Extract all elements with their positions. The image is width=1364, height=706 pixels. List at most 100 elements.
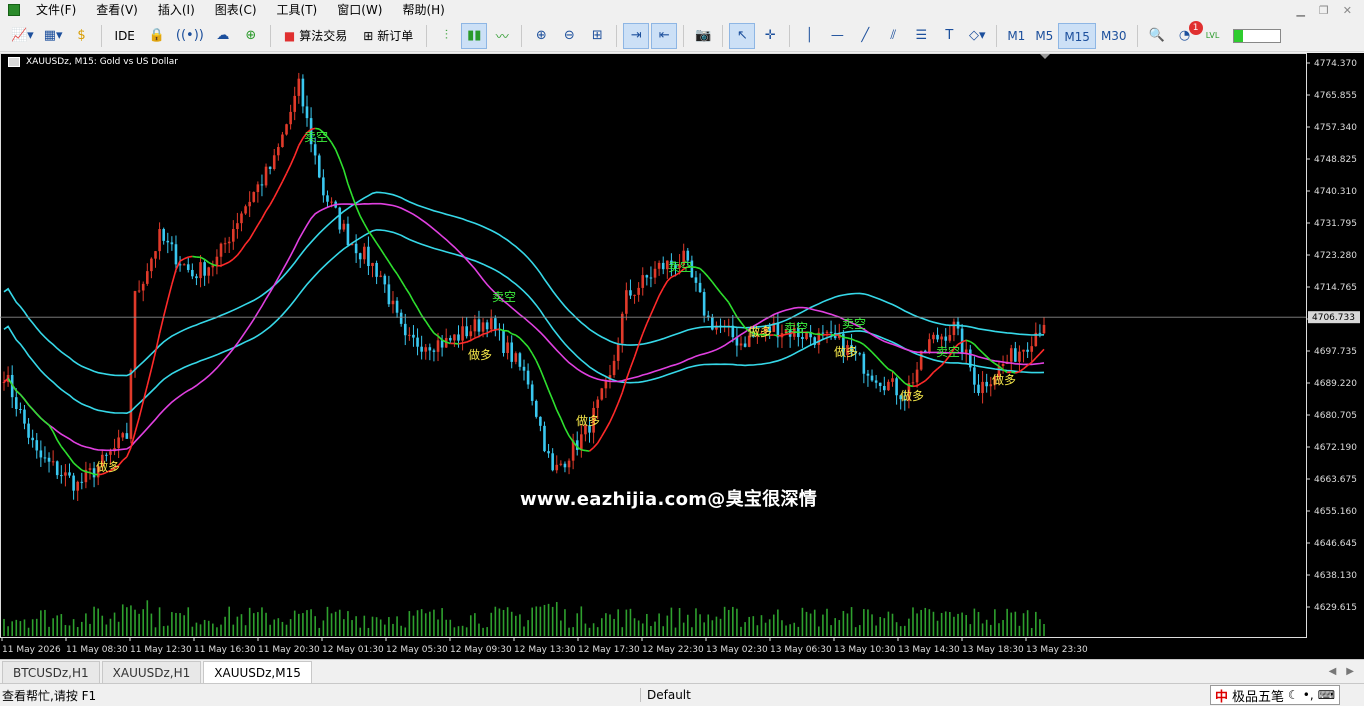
- new-chart-icon[interactable]: 📈▾: [7, 23, 38, 49]
- profiles-icon[interactable]: ▦▾: [40, 23, 67, 49]
- text-tool-icon[interactable]: T: [936, 23, 962, 49]
- volume-bar: [519, 614, 521, 636]
- candle: [657, 260, 661, 276]
- trendline-icon[interactable]: ╱: [852, 23, 878, 49]
- vps-icon[interactable]: ⊕: [238, 23, 264, 49]
- volume-bar: [334, 611, 337, 636]
- vertical-line-icon[interactable]: │: [796, 23, 822, 49]
- signal-line-segment: [265, 204, 271, 212]
- market-icon[interactable]: $: [69, 23, 95, 49]
- candle: [518, 351, 522, 371]
- candle: [277, 143, 280, 161]
- timeframe-m15[interactable]: M15: [1058, 22, 1096, 49]
- signal-line-segment: [380, 248, 386, 257]
- candle: [551, 448, 554, 472]
- signal-line-segment: [257, 217, 263, 226]
- ime-toolbar[interactable]: 中 极品五笔 ☾ •, ⌨: [1210, 685, 1341, 705]
- line-chart-icon[interactable]: 〰: [489, 23, 515, 49]
- price-label: 4638.130: [1314, 571, 1357, 581]
- zoom-in-icon[interactable]: ⊕: [528, 23, 554, 49]
- volume-bar: [531, 607, 533, 636]
- moon-icon[interactable]: ☾: [1288, 688, 1299, 702]
- candle: [416, 328, 419, 356]
- lock-icon[interactable]: 🔒: [144, 23, 170, 49]
- candle: [51, 450, 55, 466]
- volume-bar: [936, 620, 939, 636]
- signal-line-segment: [830, 333, 836, 337]
- volume-bar: [11, 621, 13, 636]
- candlestick-icon[interactable]: ▮▮: [461, 22, 488, 49]
- signal-line-segment: [658, 287, 664, 297]
- chart-shift-icon[interactable]: ⇤: [651, 22, 678, 49]
- volume-bar: [592, 623, 595, 636]
- notifications-icon[interactable]: ◔ 1: [1172, 20, 1203, 49]
- level-icon[interactable]: LVL: [1200, 23, 1226, 49]
- screenshot-icon[interactable]: 📷: [690, 23, 716, 49]
- volume-bar: [109, 618, 112, 636]
- signal-line-segment: [363, 223, 370, 232]
- shapes-icon[interactable]: ◇▾: [964, 23, 990, 49]
- signal-line-segment: [146, 368, 153, 386]
- signal-icon[interactable]: ((•)): [172, 23, 208, 49]
- menu-insert[interactable]: 插入(I): [148, 0, 205, 20]
- menu-window[interactable]: 窗口(W): [327, 0, 392, 20]
- volume-bar: [130, 605, 132, 636]
- channel-icon[interactable]: ⫽: [880, 23, 906, 49]
- punctuation-icon[interactable]: •,: [1303, 688, 1314, 702]
- volume-bar: [56, 615, 59, 636]
- volume-bar: [1030, 627, 1033, 636]
- algo-trading-button[interactable]: ■ 算法交易: [277, 23, 354, 49]
- volume-bar: [699, 614, 701, 636]
- signal-line-segment: [551, 399, 558, 411]
- auto-scroll-icon[interactable]: ⇥: [623, 22, 650, 49]
- search-icon[interactable]: 🔍: [1144, 23, 1170, 49]
- time-label: 12 May 09:30: [450, 645, 512, 655]
- menu-charts[interactable]: 图表(C): [205, 0, 267, 20]
- new-order-button[interactable]: ⊞ 新订单: [356, 23, 420, 49]
- candle: [620, 311, 624, 353]
- tab-xauusdz-m15[interactable]: XAUUSDz,M15: [203, 661, 312, 683]
- tab-btcusdz-h1[interactable]: BTCUSDz,H1: [2, 661, 100, 683]
- horizontal-line-icon[interactable]: —: [824, 23, 850, 49]
- tab-scroll-left-icon[interactable]: ◀: [1329, 661, 1337, 683]
- menu-view[interactable]: 查看(V): [86, 0, 148, 20]
- signal-line-segment: [478, 333, 484, 338]
- zoom-out-icon[interactable]: ⊖: [556, 23, 582, 49]
- price-label: 4629.615: [1314, 603, 1357, 613]
- volume-bar: [142, 609, 145, 636]
- volume-bar: [453, 627, 456, 636]
- menu-tools[interactable]: 工具(T): [267, 0, 328, 20]
- fibonacci-icon[interactable]: ☰: [908, 23, 934, 49]
- bar-chart-icon[interactable]: ⫶: [433, 23, 459, 49]
- volume-bar: [924, 607, 927, 636]
- volume-bar: [498, 608, 501, 636]
- signal-line-segment: [613, 402, 619, 414]
- menu-help[interactable]: 帮助(H): [392, 0, 454, 20]
- cloud-icon[interactable]: ☁: [210, 23, 236, 49]
- candle: [739, 336, 743, 351]
- ide-button[interactable]: IDE: [108, 23, 142, 49]
- signal-line-segment: [277, 181, 284, 190]
- signal-line-segment: [192, 255, 197, 258]
- timeframe-m5[interactable]: M5: [1030, 23, 1058, 49]
- chart-area[interactable]: 做多 卖空 卖空 做多 做多 卖空 做多 卖空 卖空 做多 卖空 做多 做多 4774.370 4765.8…: [0, 53, 1364, 659]
- timeframe-m30[interactable]: M30: [1096, 23, 1132, 49]
- tab-xauusdz-h1[interactable]: XAUUSDz,H1: [101, 661, 202, 683]
- candle: [326, 190, 329, 208]
- keyboard-icon[interactable]: ⌨: [1318, 688, 1335, 702]
- tab-scroll-right-icon[interactable]: ▶: [1346, 661, 1354, 683]
- tile-windows-icon[interactable]: ⊞: [584, 23, 610, 49]
- crosshair-icon[interactable]: ✛: [757, 23, 783, 49]
- signal-line-segment: [539, 369, 546, 381]
- minimize-icon[interactable]: ▁: [1296, 4, 1304, 17]
- restore-icon[interactable]: ❐: [1319, 4, 1329, 17]
- timeframe-m1[interactable]: M1: [1002, 23, 1030, 49]
- volume-bar: [895, 622, 898, 636]
- candle: [19, 402, 22, 414]
- cursor-icon[interactable]: ↖: [729, 22, 756, 49]
- close-icon[interactable]: ✕: [1343, 4, 1352, 17]
- volume-bar: [707, 614, 710, 636]
- price-chart[interactable]: 做多卖空卖空做多做多卖空做多 卖空 卖空做多 卖空做多做多4774.3704765.8…: [0, 53, 1364, 659]
- menu-file[interactable]: 文件(F): [26, 0, 86, 20]
- candle: [211, 260, 215, 277]
